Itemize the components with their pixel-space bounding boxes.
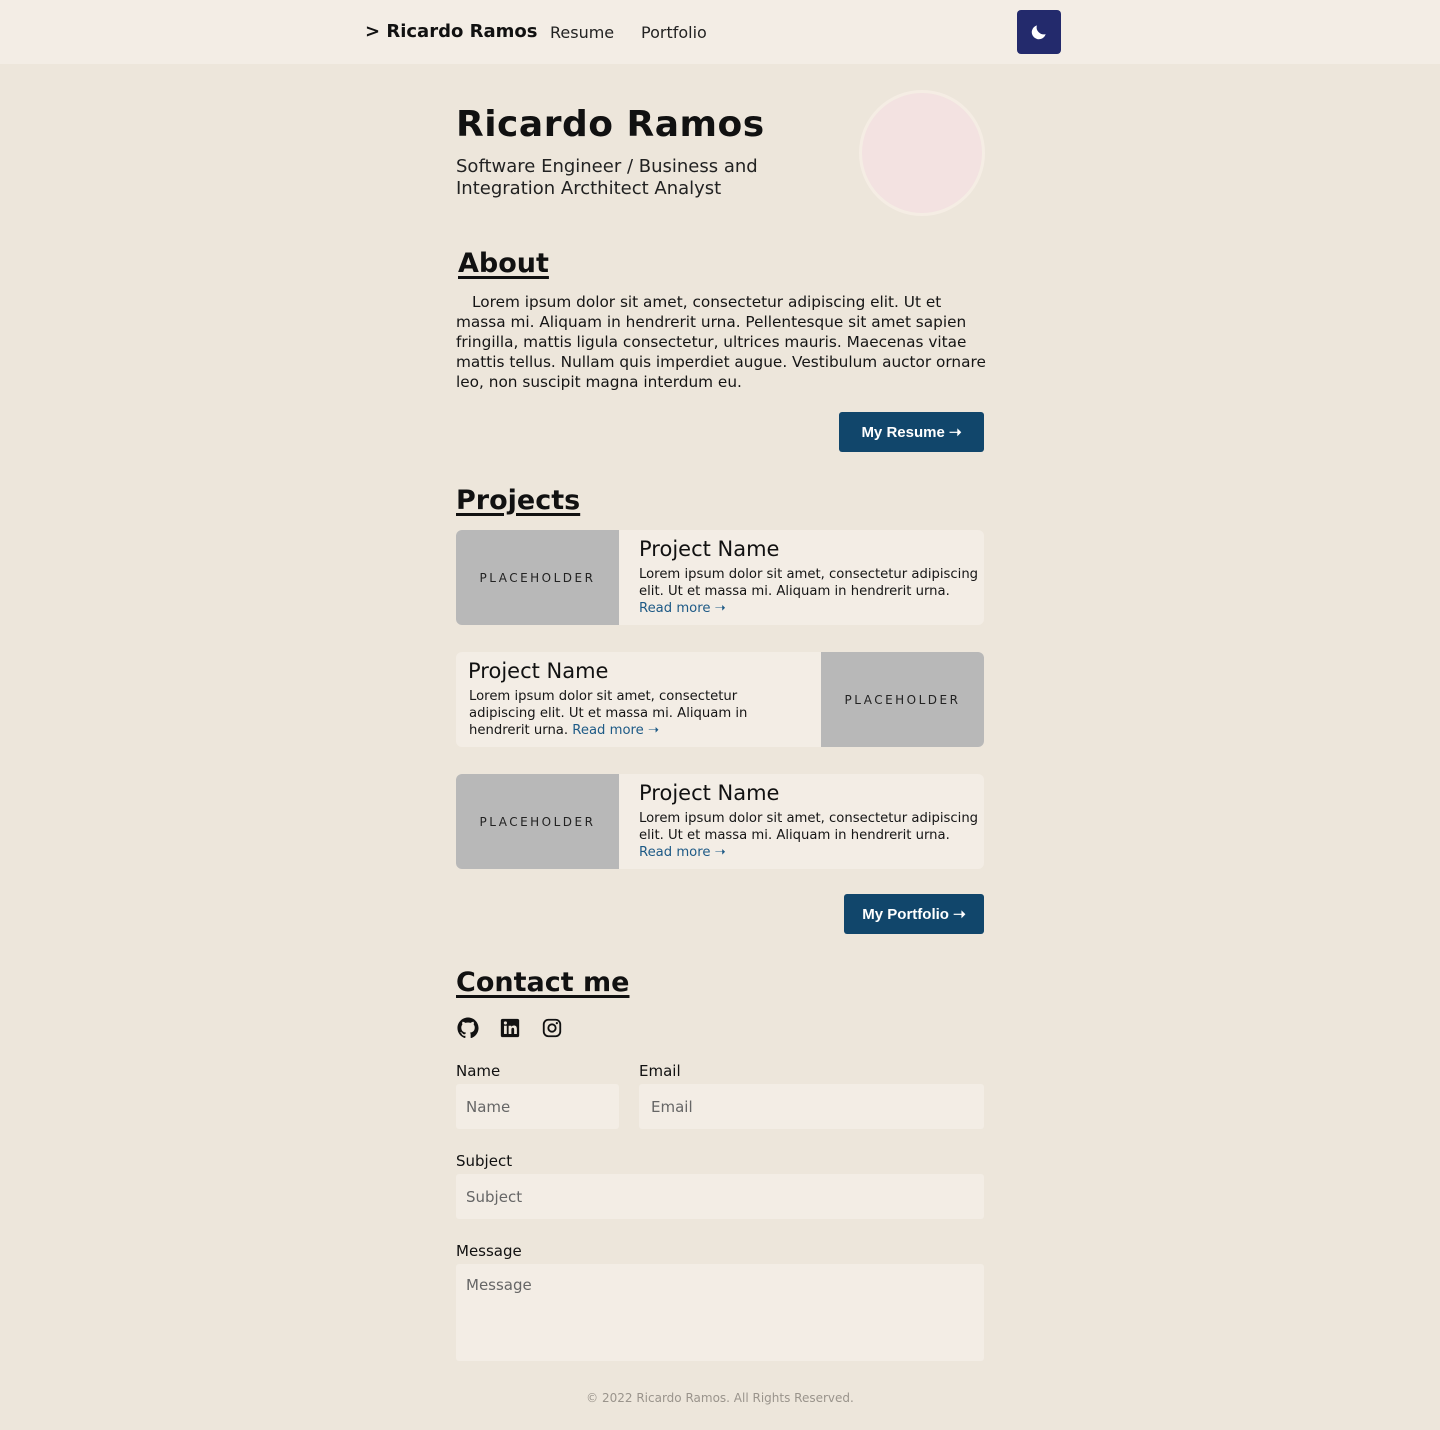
project-card: PLACEHOLDER Project Name Lorem ipsum dol… — [456, 774, 984, 869]
read-more-link[interactable]: Read more ➝ — [572, 723, 659, 738]
project-description-text: Lorem ipsum dolor sit amet, consectetur … — [639, 811, 979, 843]
project-image-placeholder: PLACEHOLDER — [456, 774, 619, 869]
project-card: PLACEHOLDER Project Name Lorem ipsum dol… — [456, 530, 984, 625]
project-description: Lorem ipsum dolor sit amet, consectetur … — [468, 688, 808, 739]
project-card: Project Name Lorem ipsum dolor sit amet,… — [456, 652, 984, 747]
moon-icon — [1031, 25, 1046, 40]
nav-link-portfolio[interactable]: Portfolio — [641, 23, 707, 42]
project-description: Lorem ipsum dolor sit amet, consectetur … — [639, 810, 979, 861]
email-input[interactable] — [639, 1084, 984, 1129]
project-card-body: Project Name Lorem ipsum dolor sit amet,… — [639, 780, 979, 861]
github-icon[interactable] — [457, 1017, 479, 1039]
page-title: Ricardo Ramos — [456, 104, 765, 145]
about-text: Lorem ipsum dolor sit amet, consectetur … — [456, 293, 986, 391]
message-textarea[interactable] — [456, 1264, 984, 1361]
project-title: Project Name — [639, 537, 780, 561]
project-description: Lorem ipsum dolor sit amet, consectetur … — [639, 566, 979, 617]
navbar: > Ricardo Ramos Resume Portfolio — [0, 0, 1440, 64]
project-image-placeholder: PLACEHOLDER — [456, 530, 619, 625]
instagram-icon[interactable] — [541, 1017, 563, 1039]
name-input[interactable] — [456, 1084, 619, 1129]
project-title: Project Name — [639, 781, 780, 805]
footer-copyright: © 2022 Ricardo Ramos. All Rights Reserve… — [586, 1391, 854, 1405]
project-image-placeholder: PLACEHOLDER — [821, 652, 984, 747]
projects-heading: Projects — [456, 485, 581, 516]
read-more-link[interactable]: Read more ➝ — [639, 601, 726, 616]
theme-toggle-button[interactable] — [1017, 10, 1061, 54]
message-label: Message — [456, 1242, 522, 1260]
nav-link-resume[interactable]: Resume — [550, 23, 614, 42]
page-subtitle: Software Engineer / Business and Integra… — [456, 156, 758, 199]
avatar — [859, 90, 985, 216]
about-heading: About — [458, 248, 549, 279]
subject-input[interactable] — [456, 1174, 984, 1219]
contact-heading: Contact me — [456, 967, 630, 998]
project-card-body: Project Name Lorem ipsum dolor sit amet,… — [468, 658, 808, 739]
brand-link[interactable]: > Ricardo Ramos — [365, 21, 537, 42]
my-portfolio-button[interactable]: My Portfolio ➝ — [844, 894, 984, 934]
email-label: Email — [639, 1062, 681, 1080]
linkedin-icon[interactable] — [499, 1017, 521, 1039]
project-description-text: Lorem ipsum dolor sit amet, consectetur … — [639, 567, 979, 599]
project-title: Project Name — [468, 659, 609, 683]
project-card-body: Project Name Lorem ipsum dolor sit amet,… — [639, 536, 979, 617]
name-label: Name — [456, 1062, 501, 1080]
read-more-link[interactable]: Read more ➝ — [639, 845, 726, 860]
my-resume-button[interactable]: My Resume ➝ — [839, 412, 984, 452]
subject-label: Subject — [456, 1152, 513, 1170]
